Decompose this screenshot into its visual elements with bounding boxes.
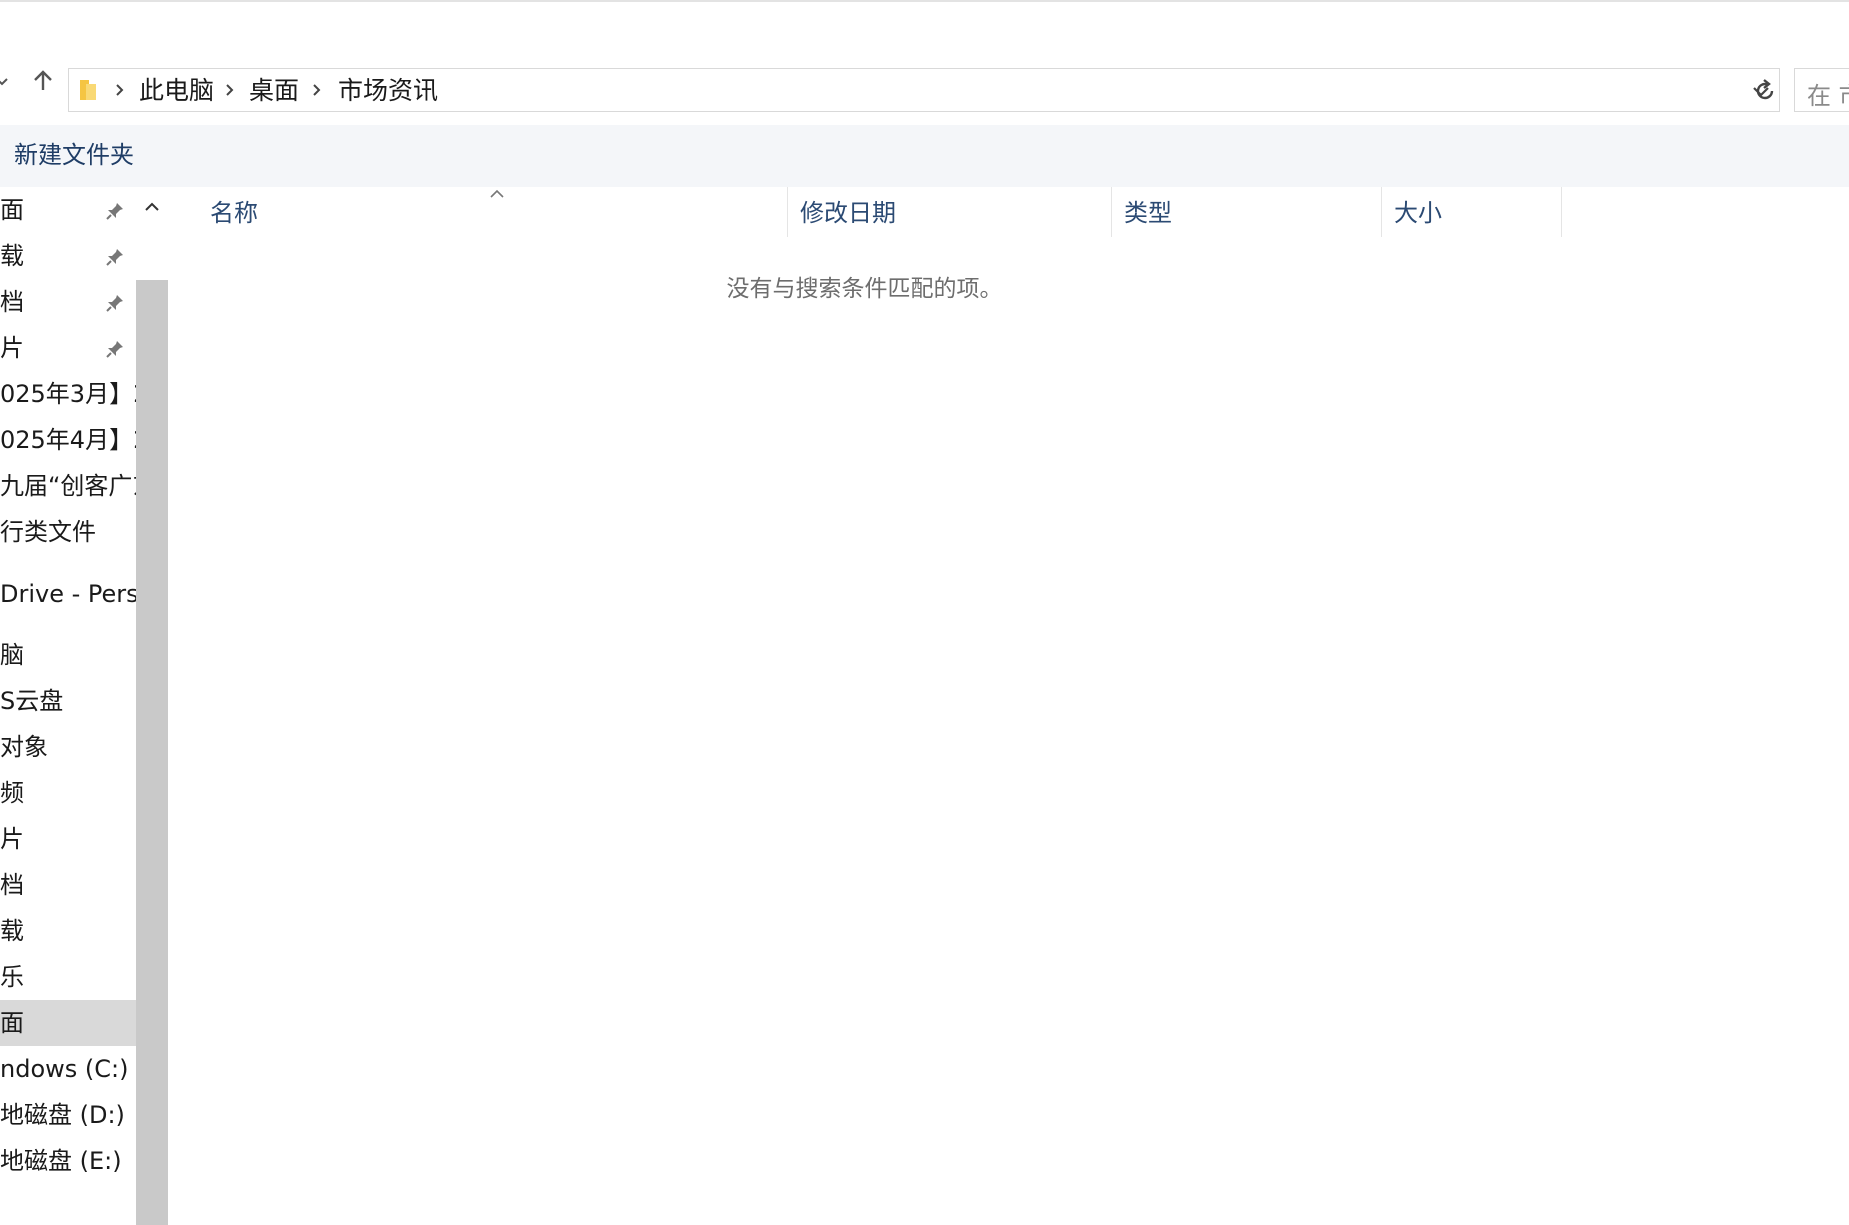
search-placeholder: 在 市: [1807, 82, 1849, 110]
pin-icon: [104, 200, 126, 222]
address-row: 此电脑 桌面 市场资讯 在 市: [0, 56, 1849, 112]
breadcrumb-this-pc[interactable]: 此电脑: [139, 76, 214, 106]
nav-item-this-pc[interactable]: 脑: [0, 632, 136, 678]
scroll-up-arrow-icon[interactable]: [142, 197, 162, 217]
nav-item[interactable]: 档: [0, 862, 136, 908]
column-header-size[interactable]: 大小: [1382, 187, 1562, 237]
nav-item-drive-e[interactable]: 地磁盘 (E:): [0, 1138, 136, 1184]
nav-item[interactable]: 对象: [0, 724, 136, 770]
nav-item[interactable]: 行类文件: [0, 509, 136, 555]
file-list: 名称 修改日期 类型 大小 没有与搜索条件匹配的项。: [170, 187, 1849, 1225]
pin-icon: [104, 246, 126, 268]
nav-item[interactable]: 载: [0, 233, 136, 279]
nav-item[interactable]: 频: [0, 770, 136, 816]
column-header-date-modified[interactable]: 修改日期: [788, 187, 1112, 237]
nav-item[interactable]: 乐: [0, 954, 136, 1000]
refresh-icon: [1752, 78, 1778, 104]
folder-icon: [77, 78, 99, 102]
breadcrumb-desktop[interactable]: 桌面: [249, 76, 299, 106]
nav-item[interactable]: S云盘: [0, 678, 136, 724]
breadcrumb-chevron-icon[interactable]: [111, 81, 129, 99]
nav-item-desktop-selected[interactable]: 面: [0, 1000, 136, 1046]
column-header-type[interactable]: 类型: [1112, 187, 1382, 237]
breadcrumb-chevron-icon[interactable]: [221, 81, 239, 99]
breadcrumb-chevron-icon[interactable]: [308, 81, 326, 99]
command-bar: 新建文件夹: [0, 125, 1849, 187]
recent-locations-chevron-icon[interactable]: [0, 74, 10, 90]
nav-item[interactable]: 片: [0, 325, 136, 371]
breadcrumb-current-folder[interactable]: 市场资讯: [338, 76, 438, 106]
nav-item[interactable]: 九届“创客广东: [0, 463, 136, 509]
column-header-name[interactable]: 名称: [170, 187, 788, 237]
nav-item-drive-d[interactable]: 地磁盘 (D:): [0, 1092, 136, 1138]
nav-item[interactable]: 片: [0, 816, 136, 862]
window-top-edge: [0, 0, 1849, 2]
nav-item[interactable]: 载: [0, 908, 136, 954]
pin-icon: [104, 292, 126, 314]
nav-item[interactable]: 025年3月】2: [0, 371, 136, 417]
scrollbar-thumb[interactable]: [136, 280, 168, 1225]
nav-item[interactable]: 面: [0, 187, 136, 233]
up-arrow-icon[interactable]: [30, 68, 56, 94]
nav-item[interactable]: 025年4月】2: [0, 417, 136, 463]
refresh-button[interactable]: [1743, 69, 1787, 113]
nav-pane-scrollbar[interactable]: [136, 187, 168, 1225]
nav-item-drive-c[interactable]: ndows (C:): [0, 1046, 136, 1092]
empty-results-message: 没有与搜索条件匹配的项。: [726, 276, 1003, 302]
navigation-pane: 面 载 档 片 025年3月】2 025年4月】2 九届“创客广东 行类文件 D…: [0, 187, 136, 1225]
pin-icon: [104, 338, 126, 360]
address-bar[interactable]: 此电脑 桌面 市场资讯: [68, 68, 1780, 112]
nav-item-onedrive[interactable]: Drive - Perso: [0, 571, 136, 617]
new-folder-button[interactable]: 新建文件夹: [14, 139, 134, 171]
nav-item[interactable]: 档: [0, 279, 136, 325]
search-input[interactable]: 在 市: [1794, 68, 1849, 112]
